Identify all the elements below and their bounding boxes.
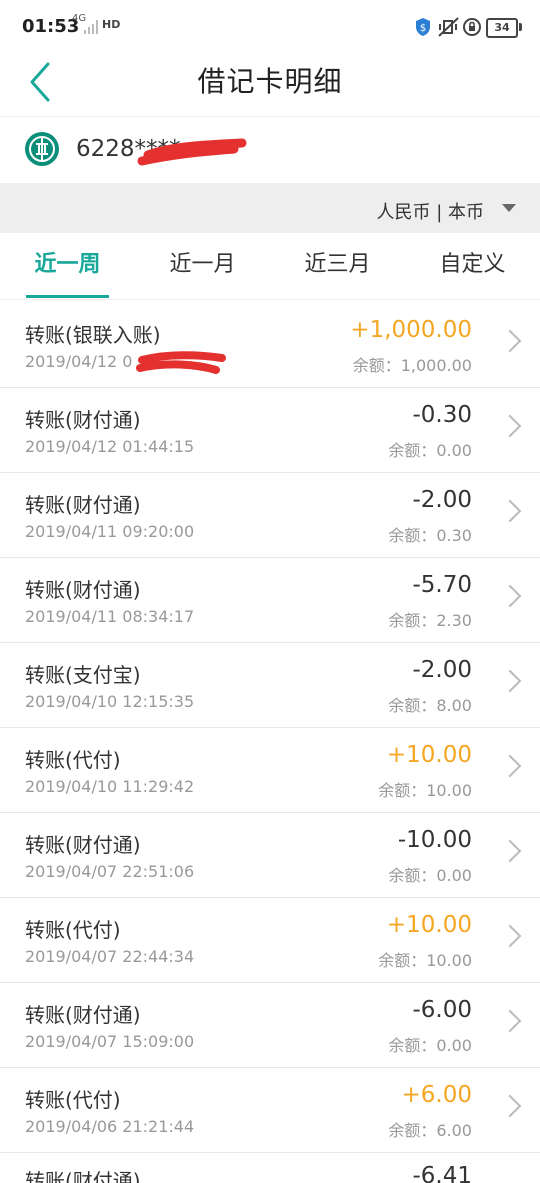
transaction-date: 2019/04/11 08:34:17 [25,607,195,626]
transaction-date: 2019/04/11 09:20:00 [25,522,195,541]
transaction-amount: -6.41 [412,1163,472,1183]
transaction-row[interactable]: 转账(财付通) 2019/04/11 09:20:00 -2.00 余额：0.3… [0,473,540,558]
chevron-right-icon [498,669,522,693]
currency-selector[interactable]: 人民币 | 本币 [0,183,540,233]
status-bar: 01:53 4G HD $ 34 [0,0,540,56]
transaction-amount: +10.00 [386,912,472,938]
transaction-date: 2019/04/06 21:21:44 [25,1117,195,1136]
transaction-balance: 余额：0.00 [388,1036,472,1055]
transaction-date: 2019/04/12 0 [25,352,133,371]
transaction-date: 2019/04/07 15:09:00 [25,1032,195,1051]
transaction-date: 2019/04/12 01:44:15 [25,437,195,456]
transaction-title: 转账(财付通) [25,578,141,602]
transaction-title: 转账(财付通) [25,1169,141,1183]
chevron-right-icon [498,329,522,353]
transaction-title: 转账(财付通) [25,833,141,857]
transaction-amount: -2.00 [412,657,472,683]
status-time: 01:53 [22,16,80,37]
chevron-right-icon [498,414,522,438]
transaction-title: 转账(财付通) [25,493,141,517]
lock-rotation-icon [463,18,481,36]
transaction-title: 转账(代付) [25,918,121,942]
tab-week[interactable]: 近一周 [0,233,135,299]
transaction-amount: +1,000.00 [350,317,472,343]
period-tabs: 近一周 近一月 近三月 自定义 [0,233,540,300]
transaction-balance: 余额：6.00 [388,1121,472,1140]
signal-icon [84,20,98,34]
transaction-title: 转账(支付宝) [25,663,141,687]
page-title: 借记卡明细 [197,65,343,98]
transaction-amount: +10.00 [386,742,472,768]
transaction-row[interactable]: 转账(代付) 2019/04/06 21:21:44 +6.00 余额：6.00 [0,1068,540,1153]
transaction-balance: 余额：1,000.00 [352,356,472,375]
tab-month[interactable]: 近一月 [135,233,270,299]
tab-active-indicator [26,295,109,298]
chevron-right-icon [498,1009,522,1033]
transaction-amount: +6.00 [401,1082,472,1108]
transaction-balance: 余额：10.00 [378,951,472,970]
vibrate-icon [438,17,459,37]
transaction-title: 转账(财付通) [25,408,141,432]
transaction-row[interactable]: 转账(财付通) 2019/04/12 01:44:15 -0.30 余额：0.0… [0,388,540,473]
transaction-balance: 余额：0.30 [388,526,472,545]
transaction-date: 2019/04/07 22:44:34 [25,947,195,966]
transaction-balance: 余额：0.00 [388,866,472,885]
chevron-right-icon [498,754,522,778]
transaction-balance: 余额：10.00 [378,781,472,800]
chevron-right-icon [498,499,522,523]
bank-logo-icon [25,132,59,166]
chevron-right-icon [498,839,522,863]
transaction-list: 转账(银联入账) 2019/04/12 0 +1,000.00 余额：1,000… [0,303,540,1183]
transaction-row[interactable]: 转账(代付) 2019/04/07 22:44:34 +10.00 余额：10.… [0,898,540,983]
battery-tip [519,23,522,31]
chevron-right-icon [498,924,522,948]
transaction-amount: -0.30 [412,402,472,428]
transaction-row[interactable]: 转账(支付宝) 2019/04/10 12:15:35 -2.00 余额：8.0… [0,643,540,728]
hd-icon: HD [102,18,121,31]
transaction-balance: 余额：8.00 [388,696,472,715]
transaction-row[interactable]: 转账(代付) 2019/04/10 11:29:42 +10.00 余额：10.… [0,728,540,813]
transaction-amount: -2.00 [412,487,472,513]
transaction-title: 转账(财付通) [25,1003,141,1027]
caret-down-icon [502,204,516,212]
account-row: 6228**** [0,117,540,183]
transaction-amount: -10.00 [397,827,472,853]
redaction-mark [136,351,226,374]
nav-bar: 借记卡明细 [0,56,540,117]
transaction-row[interactable]: 转账(财付通) 2019/04/07 15:09:00 -6.00 余额：0.0… [0,983,540,1068]
transaction-amount: -5.70 [412,572,472,598]
currency-label: 人民币 | 本币 [376,202,484,223]
transaction-title: 转账(银联入账) [25,323,161,347]
svg-text:$: $ [420,23,426,34]
transaction-amount: -6.00 [412,997,472,1023]
transaction-row[interactable]: 转账(财付通) 2019/04/11 08:34:17 -5.70 余额：2.3… [0,558,540,643]
transaction-balance: 余额：0.00 [388,441,472,460]
transaction-title: 转账(代付) [25,1088,121,1112]
transaction-title: 转账(代付) [25,748,121,772]
transaction-row[interactable]: 转账(财付通) -6.41 [0,1153,540,1183]
chevron-right-icon [498,584,522,608]
transaction-row[interactable]: 转账(财付通) 2019/04/07 22:51:06 -10.00 余额：0.… [0,813,540,898]
transaction-date: 2019/04/10 11:29:42 [25,777,195,796]
transaction-date: 2019/04/07 22:51:06 [25,862,195,881]
transaction-row[interactable]: 转账(银联入账) 2019/04/12 0 +1,000.00 余额：1,000… [0,303,540,388]
transaction-balance: 余额：2.30 [388,611,472,630]
tab-three-months[interactable]: 近三月 [270,233,405,299]
chevron-right-icon [498,1094,522,1118]
transaction-date: 2019/04/10 12:15:35 [25,692,195,711]
redaction-mark [137,138,247,166]
shield-icon: $ [416,18,430,36]
battery-icon: 34 [486,18,518,38]
tab-custom[interactable]: 自定义 [405,233,540,299]
